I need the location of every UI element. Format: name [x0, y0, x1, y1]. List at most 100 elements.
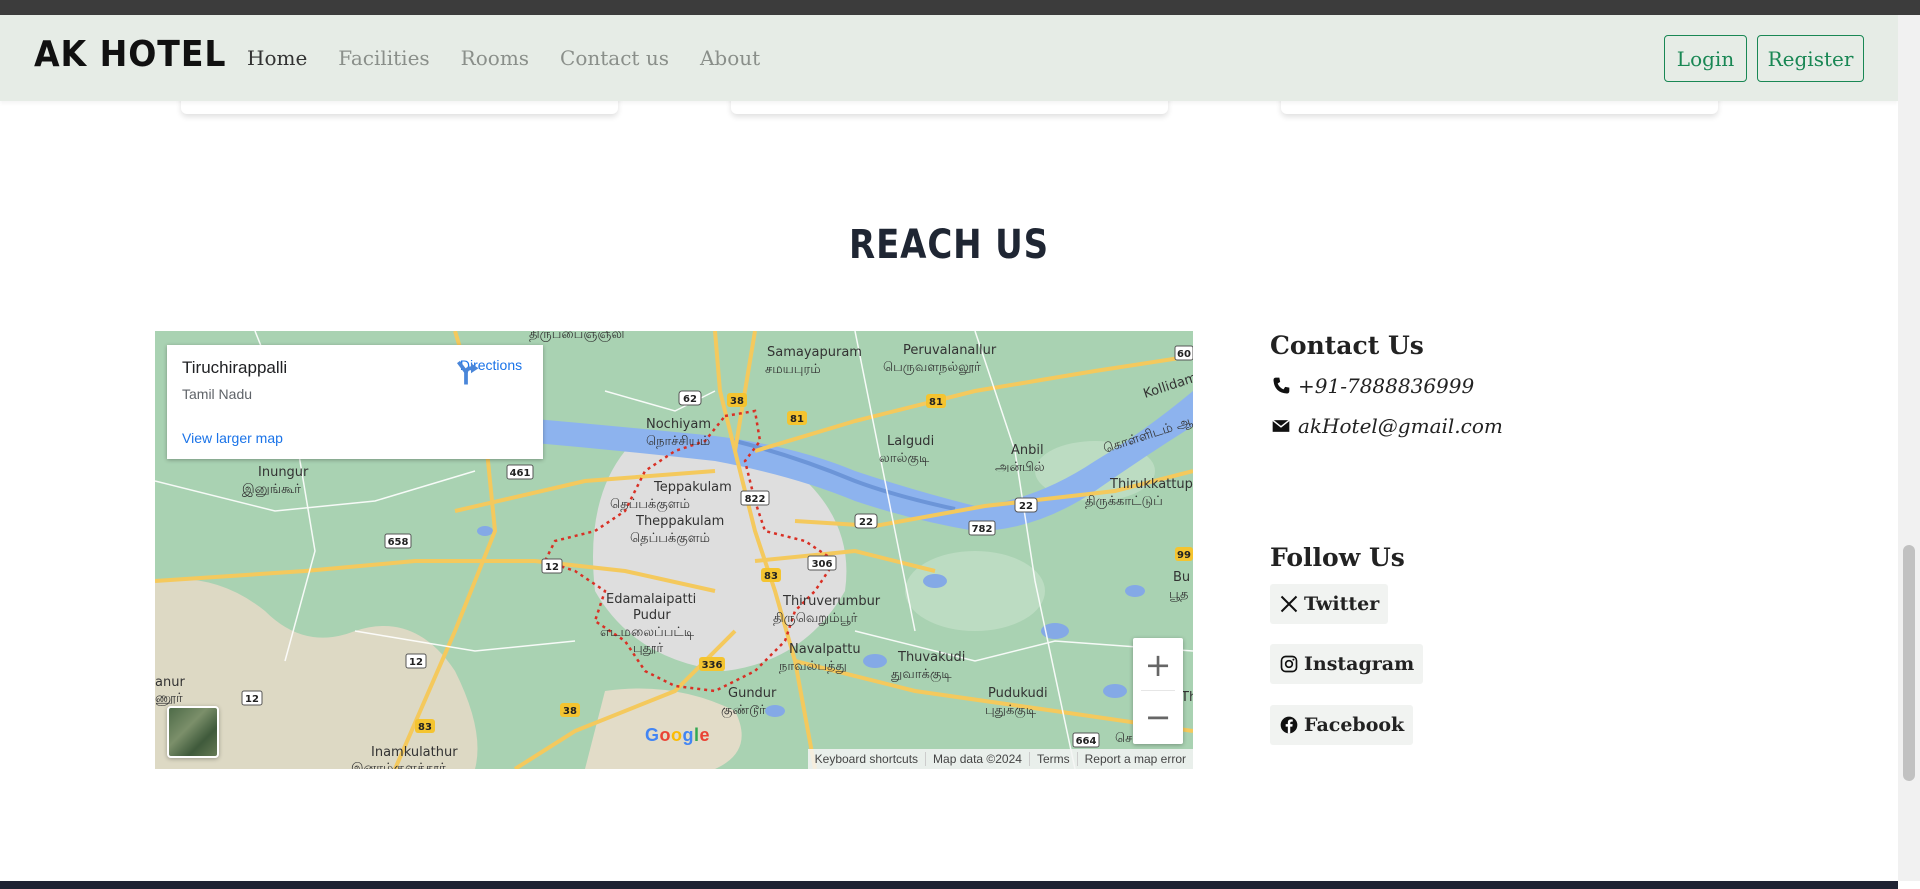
page-scrollbar[interactable]	[1898, 15, 1920, 881]
map-label: Thirukkattupa	[1109, 477, 1193, 492]
map-label: Gundur	[728, 686, 777, 701]
svg-text:12: 12	[409, 657, 423, 668]
svg-text:83: 83	[418, 722, 432, 733]
map-label: Edamalaipatti	[606, 592, 696, 607]
x-twitter-icon	[1280, 595, 1298, 613]
map-label: Teppakulam	[653, 480, 732, 495]
svg-text:83: 83	[764, 571, 778, 582]
map-label: தெப்பக்குளம்	[630, 531, 710, 546]
map-label: Thuvakudi	[897, 650, 965, 665]
map-label: புதுக்குடி	[985, 703, 1037, 718]
instagram-icon	[1280, 655, 1298, 673]
map-label: எடமலைப்பட்டி	[600, 625, 695, 640]
twitter-label: Twitter	[1304, 593, 1380, 615]
map-label: நொச்சியம்	[646, 434, 710, 449]
svg-text:22: 22	[1019, 501, 1033, 512]
phone-number[interactable]: +91-7888836999	[1298, 374, 1474, 398]
report-map-error-link[interactable]: Report a map error	[1076, 752, 1193, 766]
facebook-icon	[1280, 716, 1298, 734]
register-button[interactable]: Register	[1757, 35, 1864, 82]
map-label: Navalpattu	[789, 642, 861, 657]
footer-strip	[0, 881, 1898, 889]
map-label: நாவல்பத்து	[779, 659, 847, 674]
svg-text:664: 664	[1076, 736, 1097, 747]
map-label: திருவெறும்பூர்	[773, 611, 858, 626]
map-zoom-controls: + −	[1133, 638, 1183, 744]
brand-logo[interactable]: AK HOTEL	[34, 34, 226, 75]
twitter-link[interactable]: Twitter	[1270, 584, 1389, 624]
svg-text:81: 81	[929, 397, 943, 408]
facebook-label: Facebook	[1304, 714, 1405, 736]
map-label: Bu	[1173, 570, 1190, 585]
map-label: Pudukudi	[988, 686, 1048, 701]
map-label: திருப்பைஞ்ஞீலி	[529, 331, 625, 342]
place-region: Tamil Nadu	[182, 386, 253, 402]
map-label: Samayapuram	[767, 345, 862, 360]
satellite-toggle[interactable]	[167, 706, 219, 758]
svg-text:62: 62	[683, 394, 697, 405]
embedded-map[interactable]: 62 38 81 81 461 822 22 782 22 658 12 83 …	[155, 331, 1193, 769]
zoom-in-button[interactable]: +	[1133, 640, 1183, 690]
instagram-label: Instagram	[1304, 653, 1415, 675]
map-label: anur	[155, 675, 185, 690]
email-line: akHotel@gmail.com	[1270, 414, 1503, 438]
map-label: பூத	[1169, 587, 1188, 602]
map-label: சமயபுரம்	[765, 362, 821, 377]
phone-line: +91-7888836999	[1270, 374, 1474, 398]
zoom-out-button[interactable]: −	[1133, 692, 1183, 742]
svg-text:38: 38	[730, 396, 744, 407]
email-address[interactable]: akHotel@gmail.com	[1298, 414, 1503, 438]
map-footer: Keyboard shortcuts Map data ©2024 Terms …	[807, 749, 1193, 769]
map-label: திருக்காட்டுப்	[1085, 494, 1163, 509]
scrollbar-thumb[interactable]	[1903, 545, 1915, 781]
nav-link-home[interactable]: Home	[247, 46, 307, 70]
map-label: அன்பில்	[995, 460, 1045, 475]
map-label: Theppakulam	[635, 514, 724, 529]
map-label: Inungur	[258, 465, 309, 480]
nav-link-about[interactable]: About	[700, 46, 760, 70]
directions-icon	[457, 360, 479, 385]
map-label: துவாக்குடி	[891, 667, 952, 682]
keyboard-shortcuts-link[interactable]: Keyboard shortcuts	[808, 752, 925, 766]
map-label: Thiruverumbur	[782, 594, 881, 609]
zoom-divider	[1141, 690, 1175, 691]
svg-text:461: 461	[510, 468, 531, 479]
login-button[interactable]: Login	[1664, 35, 1747, 82]
nav-links: Home Facilities Rooms Contact us About	[247, 46, 791, 70]
google-logo: Google	[645, 725, 711, 745]
svg-text:81: 81	[790, 414, 804, 425]
svg-text:60: 60	[1177, 349, 1191, 360]
svg-text:99: 99	[1177, 550, 1191, 561]
place-name: Tiruchirappalli	[182, 358, 288, 377]
map-label: பெருவளநல்லூர்	[883, 360, 981, 375]
view-larger-map-link[interactable]: View larger map	[182, 430, 283, 446]
svg-text:38: 38	[563, 706, 577, 717]
phone-icon	[1273, 377, 1290, 394]
map-label: தெப்பக்குளம்	[610, 497, 690, 512]
nav-link-facilities[interactable]: Facilities	[338, 46, 429, 70]
svg-text:658: 658	[388, 537, 409, 548]
facebook-link[interactable]: Facebook	[1270, 705, 1414, 745]
map-data-text: Map data ©2024	[925, 752, 1029, 766]
map-label: Pudur	[633, 608, 671, 623]
svg-text:336: 336	[702, 660, 723, 671]
nav-link-rooms[interactable]: Rooms	[461, 46, 529, 70]
map-label: Nochiyam	[646, 417, 711, 432]
svg-text:22: 22	[859, 517, 873, 528]
instagram-link[interactable]: Instagram	[1270, 644, 1424, 684]
nav-link-contact[interactable]: Contact us	[560, 46, 669, 70]
svg-text:822: 822	[745, 494, 766, 505]
terms-link[interactable]: Terms	[1028, 752, 1077, 766]
map-label: ணூர்	[155, 691, 183, 706]
map-label: Peruvalanallur	[903, 343, 997, 358]
map-place-card: Tiruchirappalli Tamil Nadu View larger m…	[167, 345, 543, 459]
map-label: லால்குடி	[879, 451, 930, 466]
svg-text:12: 12	[545, 562, 559, 573]
contact-us-heading: Contact Us	[1270, 331, 1424, 360]
map-label: இனாம்குளத்தூர்	[351, 761, 446, 769]
svg-text:12: 12	[245, 694, 259, 705]
follow-us-heading: Follow Us	[1270, 543, 1405, 572]
svg-text:782: 782	[972, 524, 993, 535]
svg-text:306: 306	[812, 559, 833, 570]
directions-button[interactable]: Directions	[451, 357, 531, 385]
